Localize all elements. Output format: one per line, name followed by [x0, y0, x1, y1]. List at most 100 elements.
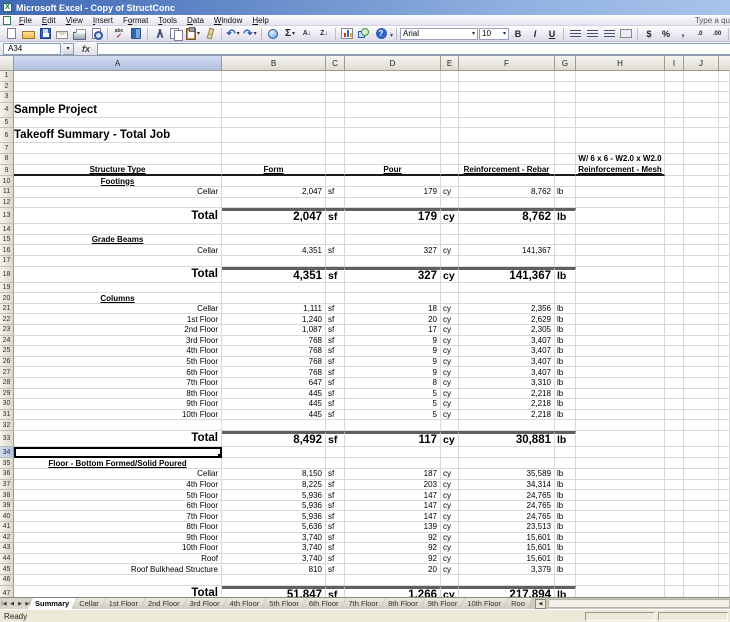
cell-B6[interactable] [222, 128, 326, 143]
col-header-G[interactable]: G [555, 56, 576, 71]
cell-B37[interactable]: 8,225 [222, 480, 326, 491]
cell-F30[interactable]: 2,218 [459, 399, 555, 410]
cell-A35[interactable]: Floor - Bottom Formed/Solid Poured [14, 458, 222, 469]
cell-A19[interactable] [14, 283, 222, 294]
cell-J28[interactable] [684, 378, 719, 389]
cell-E6[interactable] [441, 128, 459, 143]
cell-filler-46[interactable] [719, 575, 730, 586]
cell-H3[interactable] [576, 92, 665, 103]
cell-J1[interactable] [684, 71, 719, 82]
cell-F31[interactable]: 2,218 [459, 410, 555, 421]
cell-D18[interactable]: 327 [345, 267, 441, 283]
sort-descending-icon[interactable]: Z↓ [316, 26, 332, 41]
cell-J14[interactable] [684, 224, 719, 235]
cell-D26[interactable]: 9 [345, 357, 441, 368]
cell-C23[interactable]: sf [326, 325, 345, 336]
cell-F33[interactable]: 30,881 [459, 431, 555, 447]
cell-B39[interactable]: 5,936 [222, 501, 326, 512]
cell-D40[interactable]: 147 [345, 511, 441, 522]
tab-2nd-floor[interactable]: 2nd Floor [141, 598, 187, 609]
cell-E27[interactable]: cy [441, 367, 459, 378]
cell-G22[interactable]: lb [555, 314, 576, 325]
cell-J35[interactable] [684, 458, 719, 469]
cell-G25[interactable]: lb [555, 346, 576, 357]
tab-7th-floor[interactable]: 7th Floor [342, 598, 386, 609]
cell-F35[interactable] [459, 458, 555, 469]
cell-E19[interactable] [441, 283, 459, 294]
cell-filler-19[interactable] [719, 283, 730, 294]
cell-J9[interactable] [684, 165, 719, 177]
cell-C37[interactable]: sf [326, 480, 345, 491]
cell-H36[interactable] [576, 469, 665, 480]
row-header-17[interactable]: 17 [0, 256, 14, 267]
cell-H35[interactable] [576, 458, 665, 469]
cell-D25[interactable]: 9 [345, 346, 441, 357]
cell-A47[interactable]: Total [14, 586, 222, 597]
cell-A39[interactable]: 6th Floor [14, 501, 222, 512]
cell-F23[interactable]: 2,305 [459, 325, 555, 336]
row-header-23[interactable]: 23 [0, 325, 14, 336]
cell-H47[interactable] [576, 586, 665, 597]
cell-G10[interactable] [555, 176, 576, 187]
cell-F4[interactable] [459, 103, 555, 118]
cell-C36[interactable]: sf [326, 469, 345, 480]
horizontal-scrollbar[interactable] [548, 599, 730, 608]
cell-D3[interactable] [345, 92, 441, 103]
cell-I14[interactable] [665, 224, 684, 235]
cell-F41[interactable]: 23,513 [459, 522, 555, 533]
cell-D32[interactable] [345, 420, 441, 431]
cell-I32[interactable] [665, 420, 684, 431]
cell-I33[interactable] [665, 431, 684, 447]
cell-E13[interactable]: cy [441, 208, 459, 224]
underline-icon[interactable]: U [544, 26, 560, 41]
tab-prev-icon[interactable]: ◀ [8, 598, 16, 609]
cell-E4[interactable] [441, 103, 459, 118]
format-painter-icon[interactable] [202, 26, 218, 41]
bold-icon[interactable]: B [510, 26, 526, 41]
cell-I27[interactable] [665, 367, 684, 378]
cell-B9[interactable]: Form [222, 165, 326, 177]
cell-F20[interactable] [459, 293, 555, 304]
cell-C12[interactable] [326, 198, 345, 209]
cell-D8[interactable] [345, 154, 441, 165]
cell-I30[interactable] [665, 399, 684, 410]
cell-B19[interactable] [222, 283, 326, 294]
row-header-28[interactable]: 28 [0, 378, 14, 389]
cell-G30[interactable]: lb [555, 399, 576, 410]
cell-A10[interactable]: Footings [14, 176, 222, 187]
cell-H26[interactable] [576, 357, 665, 368]
tab-summary[interactable]: Summary [28, 598, 76, 609]
cell-A17[interactable] [14, 256, 222, 267]
row-header-43[interactable]: 43 [0, 543, 14, 554]
cell-J27[interactable] [684, 367, 719, 378]
cell-F27[interactable]: 3,407 [459, 367, 555, 378]
cell-C30[interactable]: sf [326, 399, 345, 410]
row-header-21[interactable]: 21 [0, 304, 14, 315]
print-icon[interactable] [71, 26, 87, 41]
cell-filler-3[interactable] [719, 92, 730, 103]
col-header-C[interactable]: C [326, 56, 345, 71]
col-header-F[interactable]: F [459, 56, 555, 71]
cell-F18[interactable]: 141,367 [459, 267, 555, 283]
cell-J8[interactable] [684, 154, 719, 165]
cell-G37[interactable]: lb [555, 480, 576, 491]
cell-J30[interactable] [684, 399, 719, 410]
cell-I3[interactable] [665, 92, 684, 103]
cell-B29[interactable]: 445 [222, 389, 326, 400]
cell-A45[interactable]: Roof Bulkhead Structure [14, 564, 222, 575]
cell-C47[interactable]: sf [326, 586, 345, 597]
cell-J39[interactable] [684, 501, 719, 512]
cell-J13[interactable] [684, 208, 719, 224]
select-all-corner[interactable] [0, 56, 14, 71]
cell-F26[interactable]: 3,407 [459, 357, 555, 368]
cell-H43[interactable] [576, 543, 665, 554]
cell-H5[interactable] [576, 118, 665, 129]
row-header-8[interactable]: 8 [0, 154, 14, 165]
mail-icon[interactable] [54, 26, 70, 41]
cell-filler-32[interactable] [719, 420, 730, 431]
cell-D7[interactable] [345, 143, 441, 154]
row-header-13[interactable]: 13 [0, 208, 14, 224]
cell-F47[interactable]: 217,894 [459, 586, 555, 597]
cell-filler-30[interactable] [719, 399, 730, 410]
cell-J37[interactable] [684, 480, 719, 491]
